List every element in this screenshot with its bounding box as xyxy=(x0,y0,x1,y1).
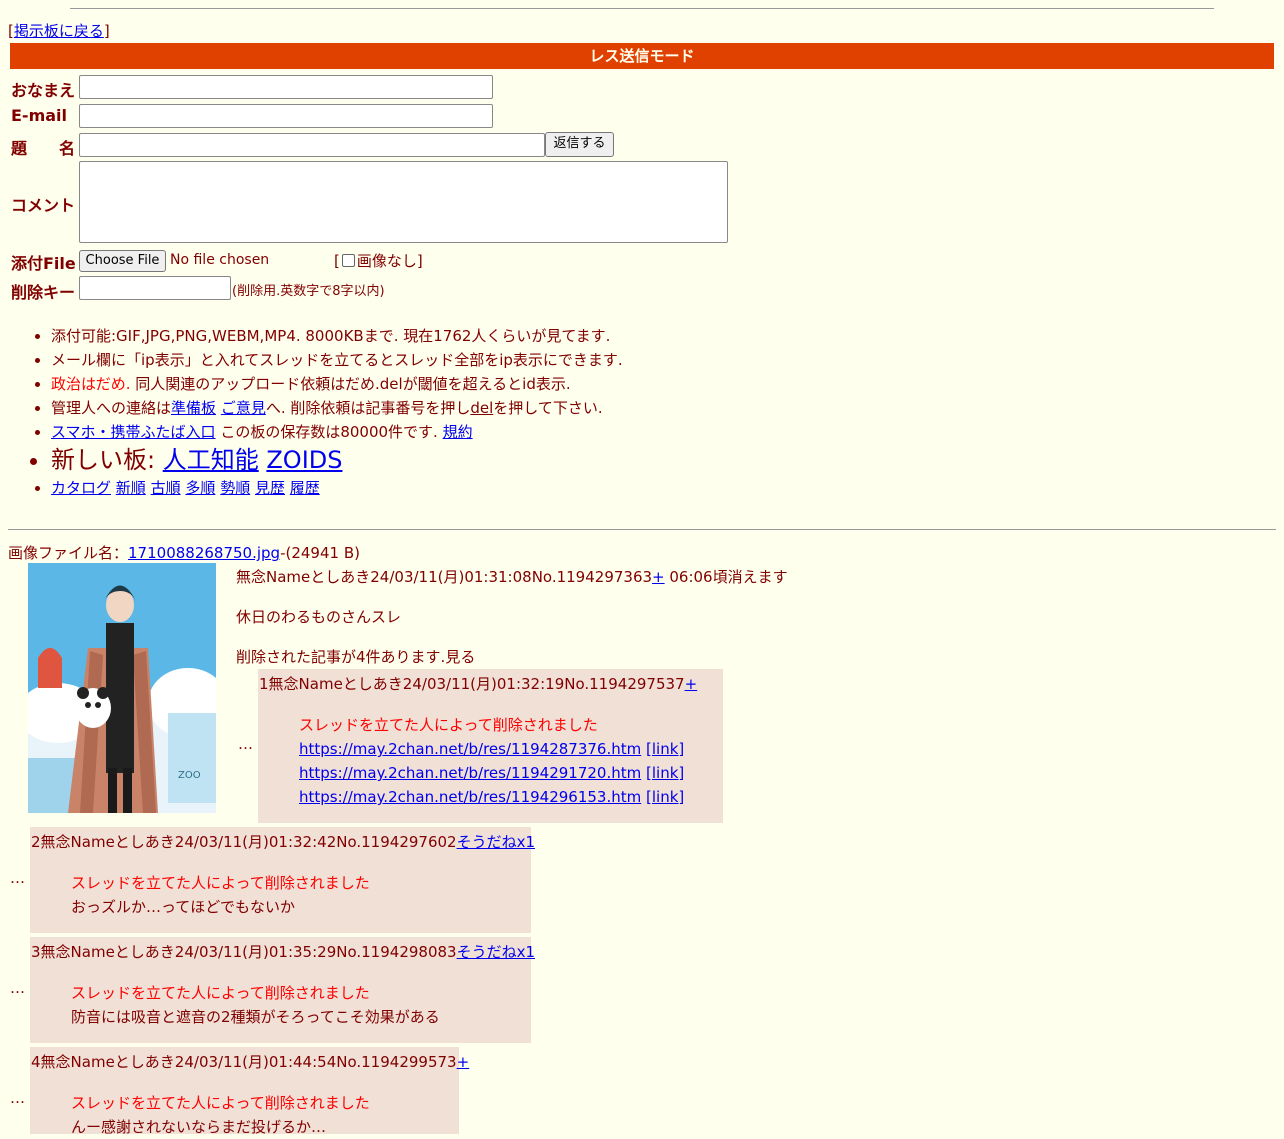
sodane-link[interactable]: そうだねx1 xyxy=(457,943,535,961)
board-rules-list: 添付可能:GIF,JPG,PNG,WEBM,MP4. 8000KBまで. 現在1… xyxy=(28,324,623,500)
file-name-link[interactable]: 1710088268750.jpg xyxy=(128,544,280,562)
reply-header: 4無念Nameとしあき24/03/11(月)01:44:54No.1194299… xyxy=(31,1053,470,1071)
subject-label: 題 名 xyxy=(11,139,76,158)
reply-post: 2無念Nameとしあき24/03/11(月)01:32:42No.1194297… xyxy=(30,827,535,933)
deleted-posts-notice[interactable]: 削除された記事が4件あります.見る xyxy=(236,646,475,667)
no-image-checkbox[interactable] xyxy=(341,254,355,267)
delete-key-label: 削除キー xyxy=(11,283,76,302)
reply-body: スレッドを立てた人によって削除されました んー感謝されないならまだ投げるか… xyxy=(71,1094,370,1136)
list-item: スマホ・携帯ふたば入口 この板の保存数は80000件です. 規約 xyxy=(51,420,623,444)
svg-text:ZOO: ZOO xyxy=(178,770,201,781)
reply-header: 2無念Nameとしあき24/03/11(月)01:32:42No.1194297… xyxy=(31,833,535,851)
sodane-link[interactable]: そうだねx1 xyxy=(457,833,535,851)
reply-plus-link[interactable]: + xyxy=(457,1053,470,1071)
reply-mode-banner: レス送信モード xyxy=(10,43,1274,69)
list-item: 添付可能:GIF,JPG,PNG,WEBM,MP4. 8000KBまで. 現在1… xyxy=(51,324,623,348)
thread-url-link[interactable]: https://may.2chan.net/b/res/1194287376.h… xyxy=(299,740,641,758)
name-label: おなまえ xyxy=(11,81,76,100)
delete-key-input[interactable] xyxy=(79,276,231,300)
reply-body: スレッドを立てた人によって削除されました https://may.2chan.n… xyxy=(299,716,685,806)
reply-body: スレッドを立てた人によって削除されました 防音には吸音と遮音の2種類がそろってこ… xyxy=(71,984,440,1026)
reply-post: 3無念Nameとしあき24/03/11(月)01:35:29No.1194298… xyxy=(30,937,535,1043)
list-item: メール欄に「ip表示」と入れてスレッドを立てるとスレッド全部をip表示にできます… xyxy=(51,348,623,372)
list-item: 新しい板: 人工知能 ZOIDS xyxy=(51,444,623,476)
list-item: カタログ 新順 古順 多順 勢順 見歴 履歴 xyxy=(51,476,623,500)
link-button[interactable]: [link] xyxy=(646,788,684,806)
reply-indent-dots: … xyxy=(238,735,253,753)
no-image-option: [画像なし] xyxy=(334,252,423,270)
sort-many-link[interactable]: 多順 xyxy=(185,479,215,497)
email-input[interactable] xyxy=(79,104,493,128)
top-divider xyxy=(70,8,1214,9)
delete-key-note: (削除用.英数字で8字以内) xyxy=(232,284,385,299)
ai-board-link[interactable]: 人工知能 xyxy=(163,446,259,474)
op-post-body: 休日のわるものさんスレ xyxy=(236,608,402,626)
submit-reply-button[interactable]: 返信する xyxy=(545,132,614,157)
name-input[interactable] xyxy=(79,75,493,99)
reply-plus-link[interactable]: + xyxy=(685,675,698,693)
link-button[interactable]: [link] xyxy=(646,740,684,758)
op-plus-link[interactable]: + xyxy=(652,568,665,586)
sort-new-link[interactable]: 新順 xyxy=(116,479,146,497)
sort-old-link[interactable]: 古順 xyxy=(151,479,181,497)
reply-header: 3無念Nameとしあき24/03/11(月)01:35:29No.1194298… xyxy=(31,943,535,961)
thread-image-thumbnail[interactable]: ZOO xyxy=(28,563,216,813)
zoids-board-link[interactable]: ZOIDS xyxy=(266,446,342,474)
subject-input[interactable] xyxy=(79,133,545,157)
thread-url-link[interactable]: https://may.2chan.net/b/res/1194296153.h… xyxy=(299,788,641,806)
back-to-board-link[interactable]: 掲示板に戻る xyxy=(14,22,104,40)
op-post-header: 無念Nameとしあき24/03/11(月)01:31:08No.11942973… xyxy=(236,568,788,586)
reply-indent-dots: … xyxy=(10,1089,25,1107)
prep-board-link[interactable]: 準備板 xyxy=(171,399,216,417)
reply-post: 1無念Nameとしあき24/03/11(月)01:32:19No.1194297… xyxy=(258,669,723,823)
view-history-link[interactable]: 見歴 xyxy=(255,479,285,497)
sort-momentum-link[interactable]: 勢順 xyxy=(220,479,250,497)
reply-indent-dots: … xyxy=(10,979,25,997)
feedback-link[interactable]: ご意見 xyxy=(221,399,266,417)
reply-header: 1無念Nameとしあき24/03/11(月)01:32:19No.1194297… xyxy=(259,675,698,693)
no-file-text: No file chosen xyxy=(170,252,270,268)
thread-divider xyxy=(8,529,1276,530)
reply-indent-dots: … xyxy=(10,869,25,887)
email-label: E-mail xyxy=(11,106,68,125)
catalog-link[interactable]: カタログ xyxy=(51,479,111,497)
list-item: 管理人への連絡は準備板 ご意見へ. 削除依頼は記事番号を押しdelを押して下さい… xyxy=(51,396,623,420)
choose-file-button[interactable]: Choose File xyxy=(79,250,166,272)
terms-link[interactable]: 規約 xyxy=(443,423,473,441)
mobile-entrance-link[interactable]: スマホ・携帯ふたば入口 xyxy=(51,423,216,441)
back-nav: [掲示板に戻る] xyxy=(8,22,110,40)
thread-url-link[interactable]: https://may.2chan.net/b/res/1194291720.h… xyxy=(299,764,641,782)
link-button[interactable]: [link] xyxy=(646,764,684,782)
reply-body: スレッドを立てた人によって削除されました おっズルか…ってほどでもないか xyxy=(71,874,370,916)
file-label: 添付File xyxy=(11,254,76,273)
post-history-link[interactable]: 履歴 xyxy=(290,479,320,497)
file-info: 画像ファイル名：1710088268750.jpg-(24941 B) xyxy=(8,544,360,562)
reply-post: 4無念Nameとしあき24/03/11(月)01:44:54No.1194299… xyxy=(30,1047,469,1136)
list-item: 政治はだめ. 同人関連のアップロード依頼はだめ.delが閾値を超えるとid表示. xyxy=(51,372,623,396)
comment-textarea[interactable] xyxy=(79,161,728,243)
comment-label: コメント xyxy=(11,196,76,215)
